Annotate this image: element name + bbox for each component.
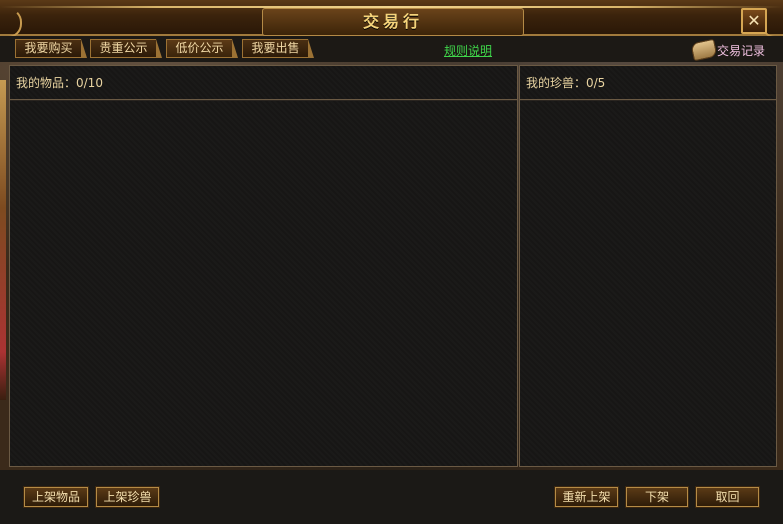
title-bar[interactable]: 交易行 ✕ <box>0 0 783 38</box>
window-title: 交易行 <box>262 8 524 36</box>
scroll-icon <box>690 38 718 62</box>
rules-link[interactable]: 规则说明 <box>444 42 492 59</box>
list-pet-button[interactable]: 上架珍兽 <box>95 486 160 508</box>
my-items-panel: 我的物品：0/10 <box>9 65 518 467</box>
tab-buy[interactable]: 我要购买 <box>15 39 87 58</box>
my-pets-count: 我的珍兽：0/5 <box>520 66 776 100</box>
tab-sell[interactable]: 我要出售 <box>242 39 314 58</box>
trading-house-window: 交易行 ✕ 我要购买 贵重公示 低价公示 我要出售 规则说明 交易记录 我的物品… <box>0 0 783 524</box>
close-button[interactable]: ✕ <box>741 8 767 34</box>
delist-button[interactable]: 下架 <box>625 486 689 508</box>
tab-bar: 我要购买 贵重公示 低价公示 我要出售 规则说明 交易记录 <box>0 36 783 62</box>
tab-lowprice-listings[interactable]: 低价公示 <box>166 39 238 58</box>
close-icon: ✕ <box>747 11 761 30</box>
retrieve-button[interactable]: 取回 <box>695 486 760 508</box>
my-pets-panel: 我的珍兽：0/5 <box>519 65 777 467</box>
list-item-button[interactable]: 上架物品 <box>23 486 89 508</box>
my-pets-list[interactable] <box>520 100 776 466</box>
trade-log-button[interactable]: 交易记录 <box>690 38 778 62</box>
trade-log-label: 交易记录 <box>717 44 766 58</box>
title-ornament-left <box>0 8 22 38</box>
my-items-count: 我的物品：0/10 <box>10 66 517 100</box>
relist-button[interactable]: 重新上架 <box>554 486 619 508</box>
tab-valuable-listings[interactable]: 贵重公示 <box>90 39 162 58</box>
my-items-list[interactable] <box>10 100 517 466</box>
